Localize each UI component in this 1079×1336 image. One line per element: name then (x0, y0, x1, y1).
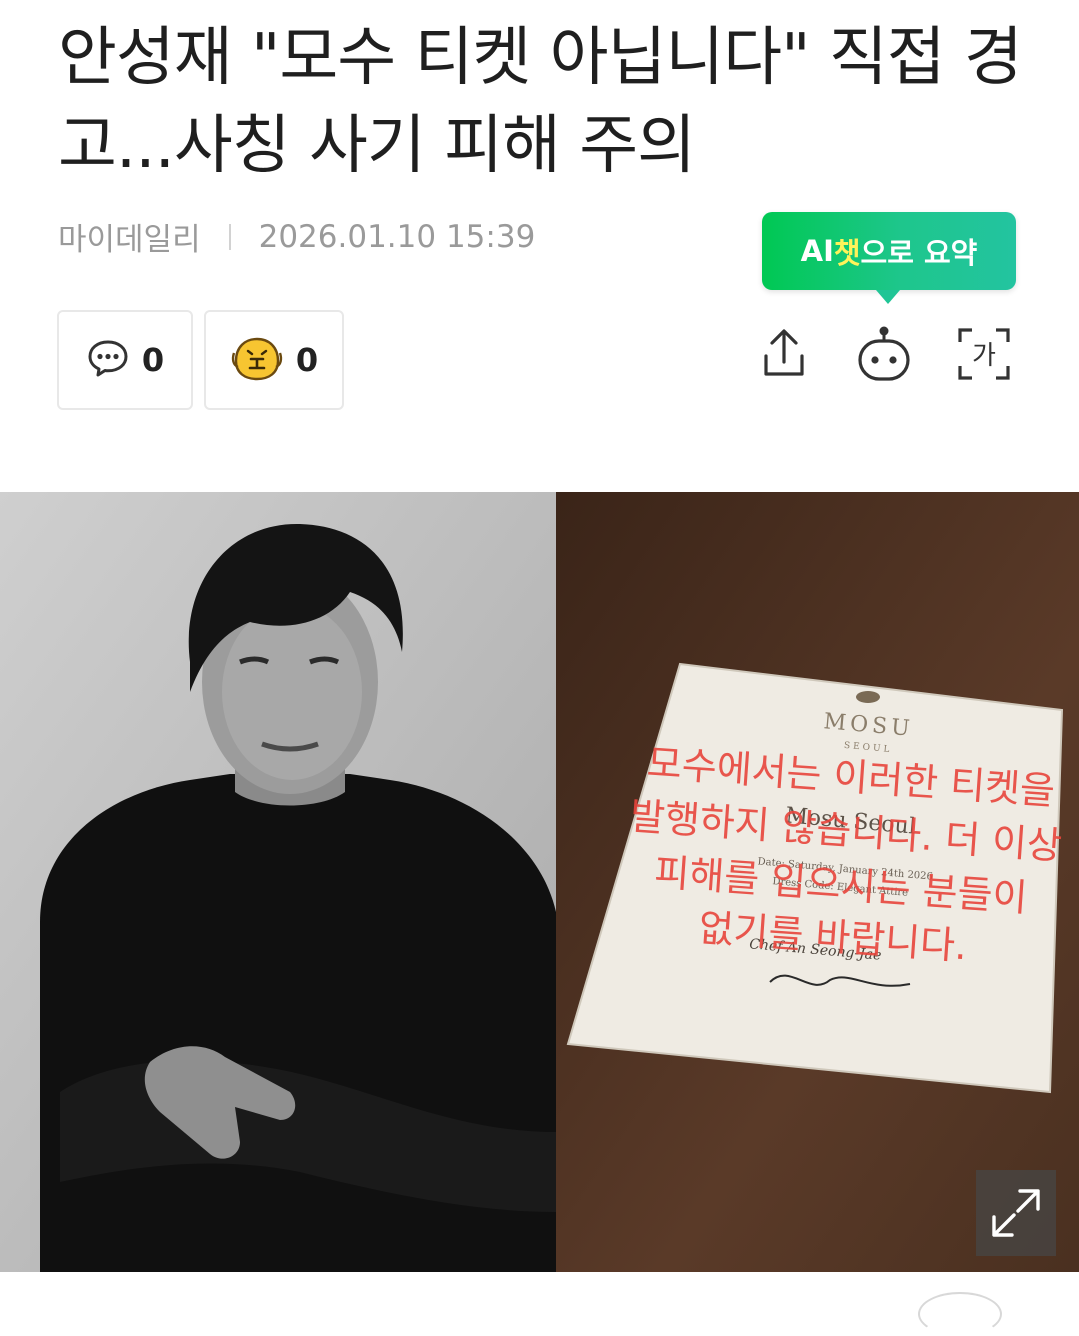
ticket-photo: MOSU SEOUL Mosu Seoul Date: Saturday, Ja… (556, 492, 1079, 1272)
share-button[interactable] (754, 322, 814, 386)
share-icon (764, 329, 804, 376)
emotion-reaction-button[interactable]: 0 (204, 310, 344, 410)
font-size-icon: 가 (958, 328, 1010, 380)
expand-icon (992, 1189, 1040, 1237)
font-glyph: 가 (972, 341, 996, 371)
ai-summary-label: 으로 요약 (860, 236, 978, 270)
chatbot-button[interactable] (854, 322, 914, 386)
ai-label: AI (800, 234, 834, 268)
emotion-count: 0 (295, 341, 319, 379)
ai-chat-summary-button[interactable]: AI 챗 으로 요약 (762, 212, 1016, 304)
floating-button-edge[interactable] (918, 1292, 1002, 1336)
article-meta: 마이데일리 2026.01.10 15:39 (58, 214, 535, 259)
portrait-photo (0, 492, 556, 1272)
article-source[interactable]: 마이데일리 (58, 214, 201, 259)
meta-divider (228, 223, 231, 250)
comment-button[interactable]: 0 (57, 310, 193, 410)
face-reaction-icon (230, 335, 284, 385)
chatbot-icon (858, 326, 910, 381)
comment-count: 0 (141, 341, 165, 379)
article-title: 안성재 "모수 티켓 아닙니다" 직접 경고...사칭 사기 피해 주의 (58, 21, 1023, 183)
expand-photo-button[interactable] (976, 1170, 1056, 1256)
ai-chat-label: 챗 (833, 236, 861, 270)
font-size-button[interactable]: 가 (954, 322, 1014, 386)
article-photo: MOSU SEOUL Mosu Seoul Date: Saturday, Ja… (0, 492, 1079, 1272)
article-datetime: 2026.01.10 15:39 (258, 218, 536, 255)
chat-bubble-icon (86, 336, 130, 384)
